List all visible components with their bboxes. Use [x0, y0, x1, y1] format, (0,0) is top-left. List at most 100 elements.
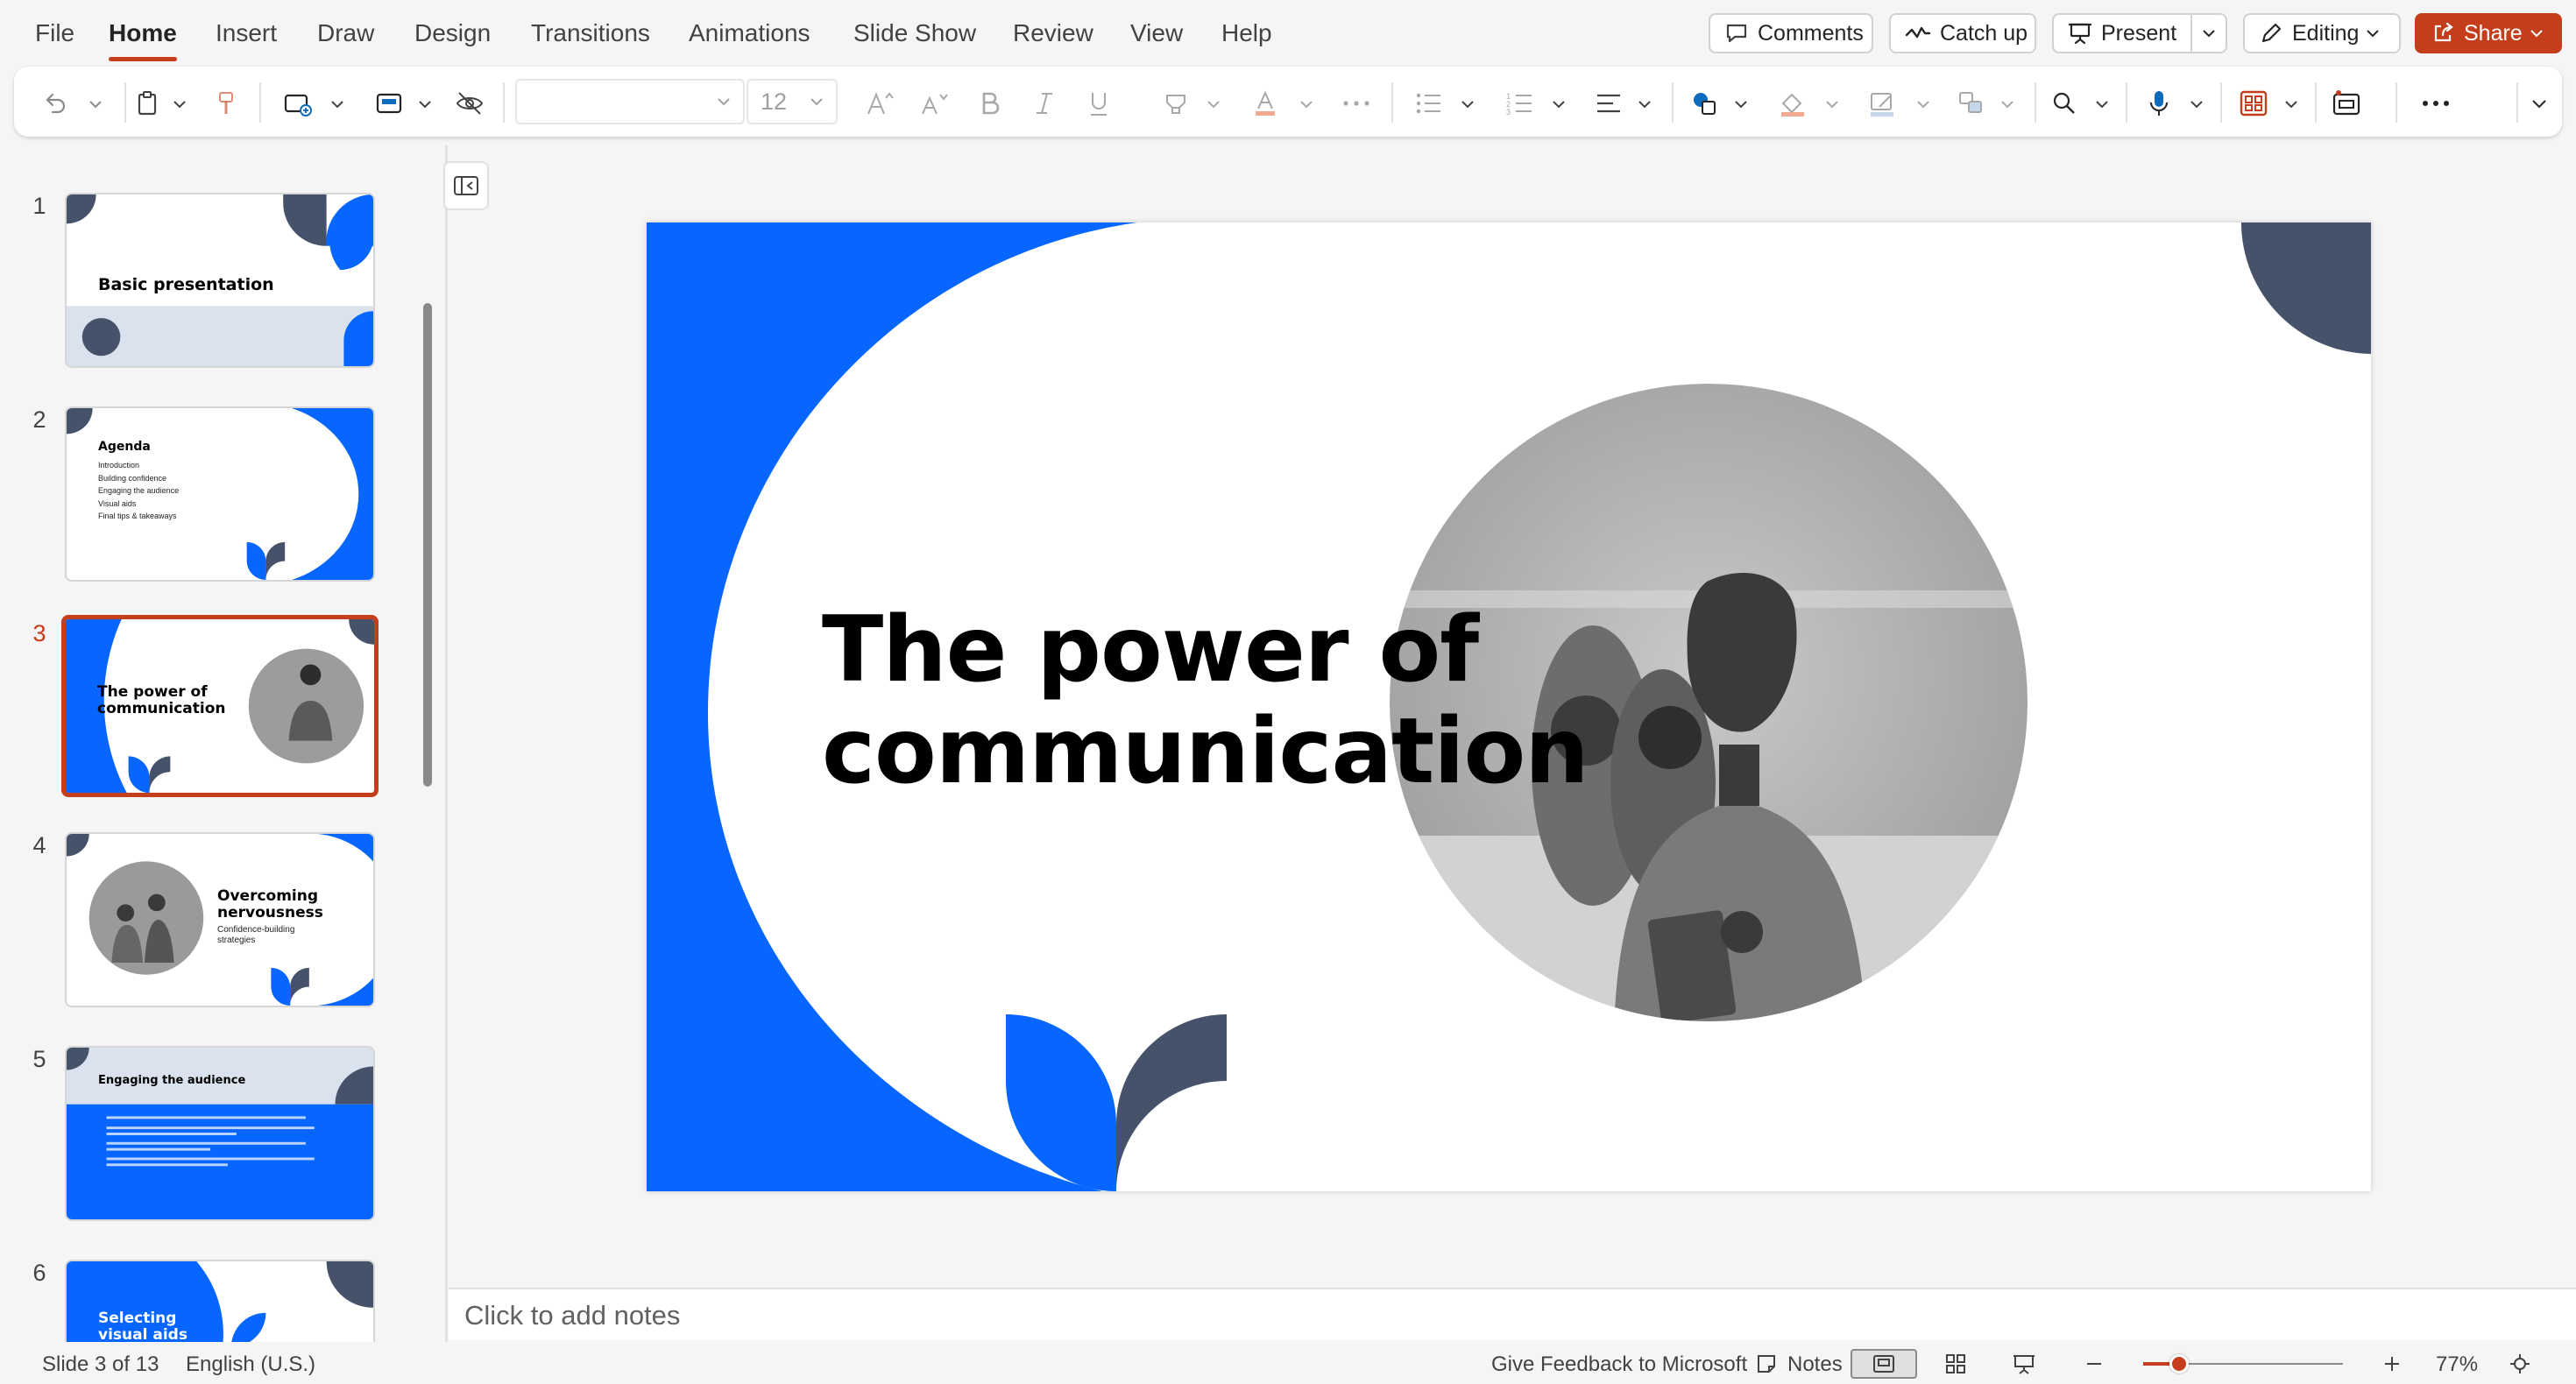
comments-button[interactable]: Comments [1709, 13, 1873, 53]
slide-thumbnail-3[interactable]: The power of communication [61, 615, 379, 797]
format-painter-button[interactable] [209, 86, 244, 121]
layout-menu-chevron[interactable] [414, 93, 436, 116]
tab-home[interactable]: Home [109, 16, 177, 61]
tab-insert[interactable]: Insert [216, 16, 277, 51]
new-slide-menu-chevron[interactable] [326, 93, 349, 116]
present-button[interactable]: Present [2054, 15, 2190, 52]
collapse-thumbnails-button[interactable] [443, 161, 489, 210]
slide-canvas[interactable]: The power of communication [647, 222, 2371, 1191]
undo-button[interactable] [37, 86, 72, 121]
paste-menu-chevron[interactable] [168, 93, 191, 116]
catch-up-button[interactable]: Catch up [1889, 13, 2036, 53]
fit-to-window-button[interactable] [2502, 1349, 2537, 1379]
underline-icon [1091, 93, 1107, 116]
font-color-button[interactable] [1248, 86, 1283, 121]
tab-slide-show[interactable]: Slide Show [853, 16, 976, 51]
thumbnail-subtitle-line: strategies [217, 936, 256, 945]
addin-button[interactable] [2329, 86, 2364, 121]
slide-thumbnail-6[interactable]: Selecting visual aids [65, 1260, 375, 1342]
present-options-button[interactable] [2192, 15, 2226, 52]
reading-view-button[interactable] [2006, 1349, 2042, 1379]
tab-help[interactable]: Help [1221, 16, 1272, 51]
hide-slide-button[interactable] [452, 86, 487, 121]
tab-design[interactable]: Design [414, 16, 491, 51]
font-color-menu-chevron[interactable] [1295, 93, 1318, 116]
paste-button[interactable] [130, 86, 165, 121]
font-size-dropdown[interactable]: 12 [747, 79, 838, 124]
shapes-button[interactable] [1688, 86, 1723, 121]
tab-draw[interactable]: Draw [317, 16, 374, 51]
slide-number: 4 [32, 832, 46, 858]
numbering-menu-chevron[interactable] [1547, 93, 1570, 116]
slide-thumbnail-1[interactable]: Basic presentation [65, 193, 375, 368]
chevron-down-icon [1917, 101, 1929, 109]
feedback-link[interactable]: Give Feedback to Microsoft [1491, 1352, 1747, 1377]
chevron-down-icon [89, 101, 102, 109]
slide-thumbnail-4[interactable]: Overcoming nervousness Confidence-buildi… [65, 832, 375, 1007]
font-name-dropdown[interactable] [515, 79, 745, 124]
share-button[interactable]: Share [2415, 13, 2562, 53]
notes-pane[interactable]: Click to add notes [449, 1288, 2576, 1340]
thumbnail-bullets: Introduction Building confidence Engagin… [98, 459, 179, 523]
editing-label: Editing [2292, 20, 2360, 46]
bold-button[interactable] [973, 86, 1008, 121]
more-font-options-button[interactable] [1339, 86, 1374, 121]
italic-button[interactable] [1027, 86, 1062, 121]
bullets-menu-chevron[interactable] [1456, 93, 1479, 116]
underline-button[interactable] [1081, 86, 1116, 121]
find-button[interactable] [2047, 86, 2082, 121]
more-options-button[interactable] [2418, 86, 2453, 121]
tab-file[interactable]: File [35, 16, 74, 51]
undo-menu-chevron[interactable] [84, 93, 107, 116]
zoom-slider[interactable] [2143, 1354, 2343, 1373]
shape-outline-menu-chevron[interactable] [1912, 93, 1935, 116]
shape-fill-menu-chevron[interactable] [1821, 93, 1844, 116]
highlight-button[interactable] [1158, 86, 1193, 121]
highlight-menu-chevron[interactable] [1202, 93, 1225, 116]
tab-review[interactable]: Review [1013, 16, 1093, 51]
ribbon-separator [2035, 82, 2036, 123]
shrink-font-icon [922, 94, 948, 115]
notes-toggle-label[interactable]: Notes [1787, 1352, 1843, 1377]
zoom-level[interactable]: 77% [2436, 1352, 2478, 1377]
slide-title[interactable]: The power of communication [822, 599, 1610, 802]
clipboard-icon [138, 91, 157, 116]
align-menu-chevron[interactable] [1633, 93, 1656, 116]
layout-button[interactable] [372, 86, 407, 121]
pane-divider[interactable] [445, 145, 448, 1342]
find-menu-chevron[interactable] [2091, 93, 2113, 116]
arrange-menu-chevron[interactable] [1996, 93, 2019, 116]
numbering-button[interactable]: 123 [1502, 86, 1537, 121]
shapes-menu-chevron[interactable] [1730, 93, 1752, 116]
zoom-in-button[interactable] [2374, 1349, 2410, 1379]
bullets-button[interactable] [1411, 86, 1446, 121]
designer-menu-chevron[interactable] [2280, 93, 2303, 116]
slide-sorter-button[interactable] [1938, 1349, 1973, 1379]
notes-toggle-icon[interactable] [1752, 1349, 1780, 1379]
thumbnail-title-line: Selecting [98, 1310, 177, 1327]
tab-animations[interactable]: Animations [689, 16, 810, 51]
present-split-button: Present [2052, 13, 2227, 53]
editing-mode-button[interactable]: Editing [2243, 13, 2401, 53]
ribbon-separator [124, 82, 126, 123]
thumbnail-scrollbar[interactable] [423, 303, 432, 787]
dictate-menu-chevron[interactable] [2185, 93, 2208, 116]
shape-fill-button[interactable] [1775, 86, 1810, 121]
language-indicator[interactable]: English (U.S.) [186, 1352, 315, 1377]
normal-view-button[interactable] [1851, 1349, 1917, 1379]
expand-ribbon-button[interactable] [2522, 86, 2557, 121]
grow-font-button[interactable] [862, 86, 897, 121]
tab-view[interactable]: View [1130, 16, 1183, 51]
new-slide-button[interactable] [280, 86, 315, 121]
dictate-button[interactable] [2141, 86, 2176, 121]
align-button[interactable] [1591, 86, 1626, 121]
shape-outline-button[interactable] [1865, 86, 1900, 121]
tab-transitions[interactable]: Transitions [531, 16, 650, 51]
slide-thumbnail-2[interactable]: Agenda Introduction Building confidence … [65, 406, 375, 582]
designer-button[interactable] [2236, 86, 2271, 121]
shrink-font-button[interactable] [916, 86, 952, 121]
arrange-button[interactable] [1954, 86, 1989, 121]
zoom-out-button[interactable] [2077, 1349, 2112, 1379]
zoom-slider-thumb[interactable] [2169, 1354, 2190, 1373]
slide-thumbnail-5[interactable]: Engaging the audience [65, 1046, 375, 1221]
